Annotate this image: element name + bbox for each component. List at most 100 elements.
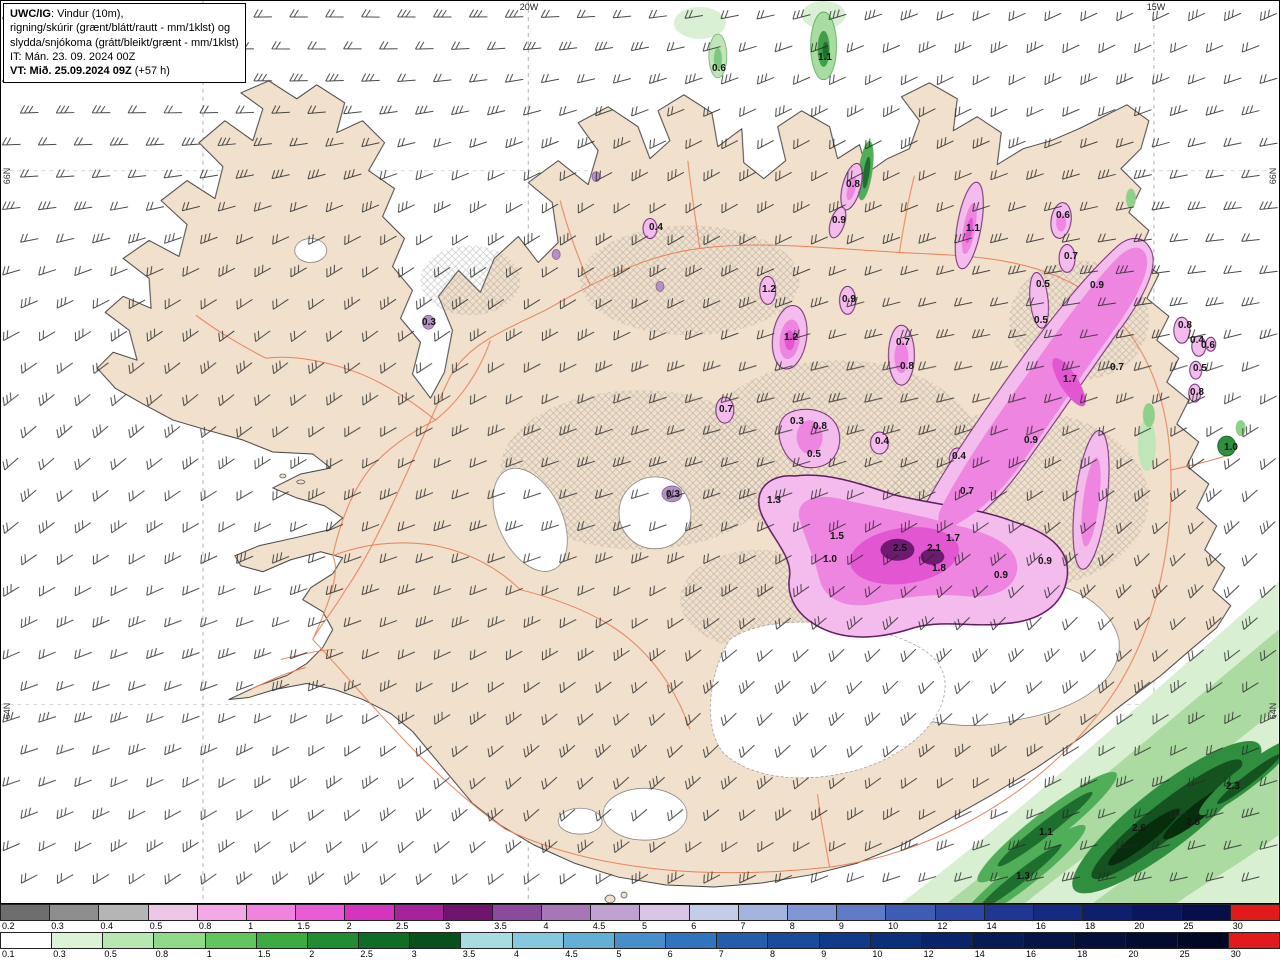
wind-barb-icon bbox=[343, 105, 362, 115]
wind-barb-icon bbox=[1008, 137, 1026, 149]
wind-barb-icon bbox=[1187, 265, 1206, 275]
wind-barb-icon bbox=[146, 776, 164, 788]
wind-barb-icon bbox=[504, 73, 524, 83]
wind-barb-icon bbox=[523, 232, 541, 246]
colorbar-tick-label: 7 bbox=[740, 921, 746, 931]
wind-barb-icon bbox=[182, 777, 200, 788]
wind-barb-icon bbox=[56, 680, 74, 691]
wind-barb-icon bbox=[145, 201, 165, 211]
wind-barb-icon bbox=[1223, 74, 1242, 85]
wind-barb-icon bbox=[289, 9, 308, 18]
colorbar-tick-label: 12 bbox=[923, 949, 934, 959]
wind-barb-icon bbox=[38, 585, 56, 597]
wind-barb-icon bbox=[846, 105, 864, 118]
wind-barb-icon bbox=[146, 839, 164, 853]
colorbar-segment bbox=[737, 905, 787, 920]
colorbar-tick-label: 4 bbox=[514, 949, 520, 959]
title-line-1: UWC/IG: Vindur (10m), bbox=[10, 7, 239, 21]
wind-barb-icon bbox=[326, 775, 343, 789]
wind-barb-icon bbox=[20, 362, 38, 374]
wind-barb-icon bbox=[1116, 10, 1134, 22]
wind-barb-icon bbox=[379, 807, 396, 822]
wind-barb-icon bbox=[38, 776, 56, 787]
wind-barb-icon bbox=[630, 41, 649, 52]
wind-barb-icon bbox=[74, 840, 92, 852]
wind-barb-icon bbox=[1205, 361, 1224, 372]
wind-barb-icon bbox=[20, 680, 39, 692]
colorbar-segment bbox=[541, 905, 591, 920]
wind-barb-icon bbox=[1223, 585, 1240, 599]
colorbar-tick-label: 5 bbox=[642, 921, 648, 931]
title-line-2: rigning/skúrir (grænt/blátt/rautt - mm/1… bbox=[10, 22, 231, 35]
wind-barb-icon bbox=[218, 712, 236, 724]
wind-barb-icon bbox=[1044, 10, 1062, 22]
wind-barb-icon bbox=[415, 807, 432, 822]
wind-barb-icon bbox=[468, 73, 488, 83]
wind-barb-icon bbox=[2, 776, 21, 787]
colorbar-tick-label: 6 bbox=[691, 921, 697, 931]
wind-barb-icon bbox=[1259, 328, 1278, 340]
wind-barb-icon bbox=[397, 777, 414, 790]
wind-barb-icon bbox=[56, 296, 74, 309]
wind-barb-icon bbox=[882, 105, 900, 118]
wind-barb-icon bbox=[846, 42, 865, 53]
wind-barb-icon bbox=[576, 73, 596, 84]
wind-barb-icon bbox=[486, 41, 506, 51]
wind-barb-icon bbox=[164, 873, 181, 885]
wind-barb-icon bbox=[1, 137, 21, 146]
wind-barb-icon bbox=[164, 680, 182, 691]
wind-barb-icon bbox=[469, 137, 488, 148]
wind-barb-icon bbox=[110, 585, 128, 597]
wind-barb-icon bbox=[92, 680, 110, 691]
wind-barb-icon bbox=[343, 871, 361, 886]
wind-barb-icon bbox=[1259, 458, 1277, 470]
wind-barb-icon bbox=[110, 328, 127, 342]
wind-barb-icon bbox=[91, 105, 111, 114]
colorbar-tick-label: 0.3 bbox=[53, 949, 66, 959]
colorbar-segment bbox=[460, 933, 512, 948]
wind-barb-icon bbox=[1223, 265, 1242, 275]
wind-barb-icon bbox=[379, 105, 398, 115]
colorbar-segment bbox=[102, 933, 154, 948]
wind-barb-icon bbox=[236, 871, 253, 885]
colorbar-tick-label: 3.5 bbox=[494, 921, 507, 931]
wind-barb-icon bbox=[361, 73, 380, 82]
colorbar-tick-label: 2.5 bbox=[395, 921, 409, 931]
colorbar-segment bbox=[1074, 933, 1126, 948]
wind-barb-icon bbox=[1116, 73, 1134, 85]
colorbar-tick-label: 20 bbox=[1134, 921, 1145, 931]
wind-barb-icon bbox=[684, 73, 703, 85]
wind-barb-icon bbox=[289, 584, 308, 596]
colorbar-segment bbox=[1176, 933, 1228, 948]
wind-barb-icon bbox=[1223, 137, 1242, 147]
wind-barb-icon bbox=[558, 41, 578, 51]
wind-barb-icon bbox=[954, 41, 972, 54]
wind-barb-icon bbox=[325, 73, 344, 82]
wind-barb-icon bbox=[1188, 9, 1206, 22]
wind-barb-icon bbox=[452, 234, 469, 246]
wind-barb-icon bbox=[2, 521, 19, 534]
wind-barb-icon bbox=[218, 839, 235, 853]
wind-barb-icon bbox=[308, 809, 325, 821]
wind-barb-icon bbox=[217, 647, 236, 660]
wind-barb-icon bbox=[20, 807, 38, 819]
wind-barb-icon bbox=[128, 809, 146, 820]
wind-barb-icon bbox=[379, 873, 396, 886]
wind-barb-icon bbox=[200, 743, 218, 756]
wind-barb-icon bbox=[92, 298, 110, 309]
wind-barb-icon bbox=[397, 73, 416, 82]
wind-barb-icon bbox=[199, 680, 218, 691]
colorbar-segment bbox=[153, 933, 205, 948]
wind-barb-icon bbox=[74, 776, 92, 788]
wind-barb-icon bbox=[666, 41, 685, 52]
wind-barb-icon bbox=[164, 424, 181, 439]
wind-barb-icon bbox=[433, 777, 450, 790]
wind-barb-icon bbox=[990, 106, 1008, 118]
colorbar-tick-label: 1 bbox=[206, 949, 212, 959]
colorbar-segment bbox=[49, 905, 99, 920]
colorbar-tick-label: 12 bbox=[937, 921, 948, 931]
wind-barb-icon bbox=[20, 233, 39, 243]
wind-barb-icon bbox=[38, 711, 57, 723]
valid-time-line: VT: Mið. 25.09.2024 09Z (+57 h) bbox=[10, 65, 170, 78]
wind-barb-icon bbox=[38, 457, 55, 471]
